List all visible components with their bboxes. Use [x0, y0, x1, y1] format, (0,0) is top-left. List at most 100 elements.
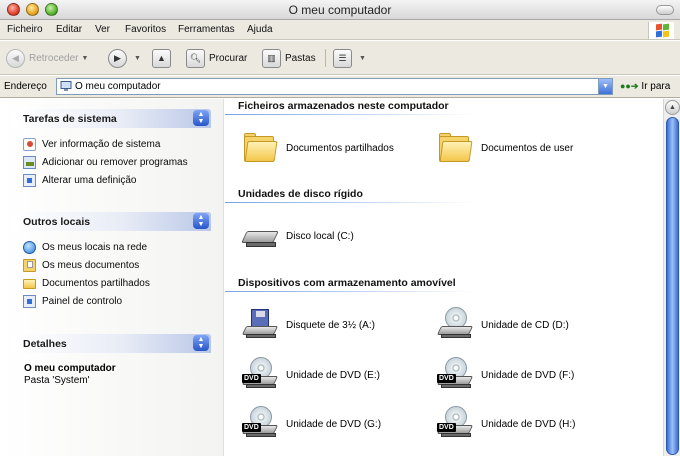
scrollbar-thumb[interactable] [666, 117, 679, 455]
go-button[interactable]: ●●➔ Ir para [620, 81, 670, 92]
chevron-down-icon[interactable]: ▼ [134, 55, 141, 62]
task-add-remove-programs[interactable]: Adicionar ou remover programas [23, 154, 188, 170]
item-label: Unidade de CD (D:) [481, 319, 569, 331]
add-remove-programs-icon [23, 155, 36, 169]
other-places-header[interactable]: Outros locais ▲ ▼ [13, 212, 211, 231]
item-label: Disco local (C:) [286, 230, 354, 242]
system-tasks-header[interactable]: Tarefas de sistema ▲ ▼ [13, 109, 211, 128]
forward-button[interactable]: ▶ ▼ [108, 47, 141, 69]
group-divider [225, 291, 475, 292]
search-button[interactable]: 🔍︎ Procurar [186, 47, 247, 69]
dvd-badge: DVD [437, 423, 456, 432]
place-my-documents[interactable]: Os meus documentos [23, 257, 139, 273]
dvd-badge: DVD [242, 374, 261, 383]
address-bar: Endereço O meu computador ▼ ●●➔ Ir para [0, 76, 680, 98]
views-button[interactable]: ☰ ▼ [333, 47, 366, 69]
item-label: Unidade de DVD (E:) [286, 369, 380, 381]
folder-icon [242, 130, 278, 166]
scroll-up-arrow-icon[interactable]: ▲ [665, 100, 680, 115]
search-icon: 🔍︎ [186, 48, 205, 68]
hard-drive-icon [241, 218, 279, 254]
address-field[interactable]: O meu computador ▼ [56, 78, 613, 95]
item-label: Unidade de DVD (H:) [481, 418, 576, 430]
cd-drive-icon [436, 307, 474, 343]
task-change-setting[interactable]: Alterar uma definição [23, 172, 137, 188]
windows-logo-icon [648, 22, 674, 39]
place-shared-documents[interactable]: Documentos partilhados [23, 275, 150, 291]
title-bar: O meu computador [0, 0, 680, 20]
control-panel-icon [23, 173, 36, 187]
item-label: Unidade de DVD (F:) [481, 369, 575, 381]
details-title: Detalhes [23, 338, 67, 350]
group-divider [225, 114, 475, 115]
item-dvd-g[interactable]: DVD Unidade de DVD (G:) [241, 406, 381, 442]
system-info-icon [23, 137, 36, 151]
menu-tools[interactable]: Ferramentas [178, 24, 235, 35]
dvd-badge: DVD [242, 423, 261, 432]
details-header[interactable]: Detalhes ▲ ▼ [13, 334, 211, 353]
up-arrow-icon: ▲ [152, 48, 171, 68]
task-view-system-info[interactable]: Ver informação de sistema [23, 136, 160, 152]
item-label: Documentos de user [481, 142, 574, 154]
dvd-drive-icon: DVD [436, 406, 474, 442]
chevron-down-icon[interactable]: ▼ [81, 55, 88, 62]
chevron-down-icon[interactable]: ▼ [359, 55, 366, 62]
menu-edit[interactable]: Editar [56, 24, 82, 35]
place-network[interactable]: Os meus locais na rede [23, 239, 147, 255]
other-places-title: Outros locais [23, 216, 91, 228]
task-label: Ver informação de sistema [42, 138, 161, 150]
dvd-drive-icon: DVD [241, 357, 279, 393]
address-label: Endereço [4, 81, 47, 92]
place-label: Painel de controlo [42, 295, 123, 307]
my-documents-icon [23, 258, 36, 272]
floppy-drive-icon [241, 307, 279, 343]
views-icon: ☰ [333, 48, 352, 68]
control-panel-icon [23, 294, 36, 308]
up-folder-button[interactable]: ▲ [152, 47, 175, 69]
item-cd-d[interactable]: Unidade de CD (D:) [436, 307, 569, 343]
place-label: Os meus documentos [42, 259, 140, 271]
menu-view[interactable]: Ver [95, 24, 110, 35]
item-label: Disquete de 3½ (A:) [286, 319, 375, 331]
item-label: Documentos partilhados [286, 142, 394, 154]
collapse-chevron-icon[interactable]: ▲ ▼ [193, 110, 209, 126]
folders-pane-icon: ▥ [262, 48, 281, 68]
search-label: Procurar [209, 52, 248, 64]
address-dropdown-arrow-icon[interactable]: ▼ [598, 79, 612, 94]
back-button[interactable]: ◀ Retroceder ▼ [6, 47, 88, 69]
collapse-chevron-icon[interactable]: ▲ ▼ [193, 335, 209, 351]
toolbar-toggle-button[interactable] [656, 5, 674, 15]
place-label: Documentos partilhados [42, 277, 150, 289]
place-label: Os meus locais na rede [42, 241, 148, 253]
computer-icon [60, 81, 72, 91]
task-label: Alterar uma definição [42, 174, 137, 186]
collapse-chevron-icon[interactable]: ▲ ▼ [193, 213, 209, 229]
item-dvd-f[interactable]: DVD Unidade de DVD (F:) [436, 357, 575, 393]
menu-help[interactable]: Ajuda [247, 24, 273, 35]
folders-button[interactable]: ▥ Pastas [262, 47, 316, 69]
back-label: Retroceder [29, 52, 79, 64]
menu-favorites[interactable]: Favoritos [125, 24, 166, 35]
dvd-badge: DVD [437, 374, 456, 383]
group-divider [225, 202, 475, 203]
folders-label: Pastas [285, 52, 316, 64]
item-dvd-e[interactable]: DVD Unidade de DVD (E:) [241, 357, 380, 393]
system-tasks-title: Tarefas de sistema [23, 113, 117, 125]
toolbar: ◀ Retroceder ▼ ▶ ▼ ▲ 🔍︎ Procurar ▥ Pasta… [0, 41, 680, 75]
item-dvd-h[interactable]: DVD Unidade de DVD (H:) [436, 406, 576, 442]
item-user-documents[interactable]: Documentos de user [437, 130, 573, 166]
back-arrow-icon: ◀ [6, 48, 25, 68]
file-view: Ficheiros armazenados neste computador D… [225, 99, 663, 456]
item-drive-c[interactable]: Disco local (C:) [241, 218, 354, 254]
vertical-scrollbar[interactable]: ▲ [663, 99, 680, 456]
group-title-hard-drives: Unidades de disco rígido [238, 188, 363, 200]
forward-arrow-icon: ▶ [108, 48, 127, 68]
address-value: O meu computador [75, 81, 161, 92]
dvd-drive-icon: DVD [241, 406, 279, 442]
group-title-stored-files: Ficheiros armazenados neste computador [238, 100, 449, 112]
item-floppy-a[interactable]: Disquete de 3½ (A:) [241, 307, 375, 343]
group-title-removable-devices: Dispositivos com armazenamento amovível [238, 277, 456, 289]
item-shared-documents[interactable]: Documentos partilhados [242, 130, 394, 166]
place-control-panel[interactable]: Painel de controlo [23, 293, 122, 309]
menu-file[interactable]: Ficheiro [7, 24, 43, 35]
